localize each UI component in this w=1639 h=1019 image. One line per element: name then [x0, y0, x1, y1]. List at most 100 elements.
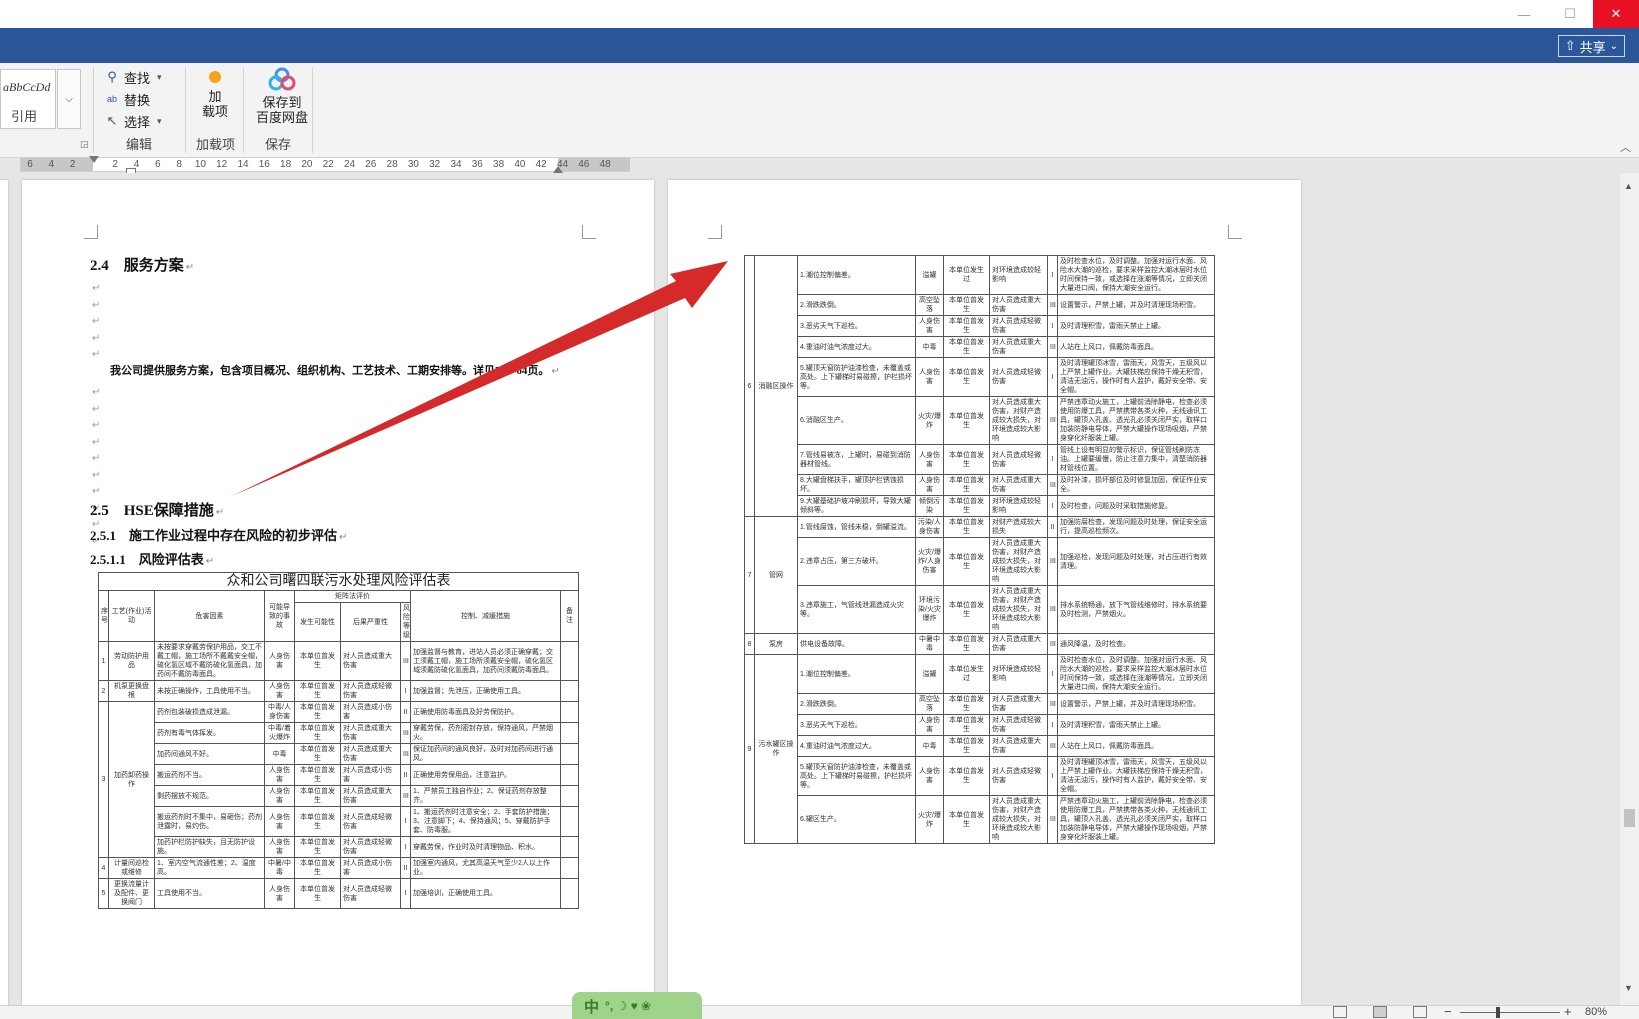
- cell-lvl: III: [1047, 294, 1058, 316]
- cell-item: 7.管线易被冻，上罐时，易碰到消防器材管线。: [797, 444, 916, 475]
- cell-severity: 对人员造成重大伤害: [340, 743, 401, 765]
- ime-mode-label[interactable]: 中: [584, 996, 599, 1017]
- cell-measure: 设置警示，严禁上罐，并及时清理现场积雪。: [1057, 294, 1215, 316]
- table-row: 搬运药剂不当。 人身伤害 本单位曾发生 对人员造成小伤害 II 正确使用劳保用品，注意监护…: [99, 764, 579, 786]
- scroll-thumb[interactable]: [1624, 809, 1635, 827]
- vertical-scrollbar[interactable]: ▲ ▼: [1620, 173, 1639, 1005]
- ime-toolbar[interactable]: 中 °, ☽ ♥ ❀: [572, 992, 702, 1019]
- cell-hazard: 搬运药剂不当。: [154, 764, 265, 786]
- styles-gallery-more-button[interactable]: ⌵: [57, 69, 81, 129]
- cell-control: 加强培训，正确使用工具。: [410, 878, 561, 909]
- cell-cause: 火灾/爆炸: [915, 795, 944, 844]
- cell-measure: 排水系统畅通，放下气管线维修时，排水系统要及时检测，严禁烟火。: [1057, 585, 1215, 634]
- ime-icons[interactable]: °, ☽ ♥ ❀: [605, 999, 651, 1013]
- cell-group: 9: [744, 654, 755, 844]
- ruler-tick: 34: [450, 159, 462, 170]
- table-row: 2.滑跌跌倒。 高空坠落 本单位曾发生 对人员造成重大伤害 III 设置警示，严禁上罐，并…: [745, 294, 1215, 316]
- cell-event: 中暑/中毒: [264, 857, 295, 879]
- maximize-button[interactable]: ☐: [1547, 0, 1593, 28]
- empty-paragraphs-top: ↵ ↵ ↵ ↵ ↵: [92, 283, 101, 360]
- zoom-slider-thumb[interactable]: [1496, 1007, 1500, 1018]
- cell-level: I: [400, 836, 411, 858]
- cell-item: 3.恶劣天气下巡检。: [797, 315, 916, 337]
- cell-cause: 中暑中毒: [915, 633, 944, 655]
- collapse-ribbon-icon[interactable]: ︿: [1620, 139, 1631, 155]
- cell-prob: 本单位曾发生: [943, 336, 990, 358]
- zoom-in-button[interactable]: +: [1564, 1004, 1572, 1019]
- cell-item: 1.潮位控制偏差。: [797, 255, 916, 295]
- cell-measure: 通风降温，及时检查。: [1057, 633, 1215, 655]
- cell-effect: 对人员造成重大伤害: [989, 633, 1048, 655]
- cell-item: 3.违章施工，气管线泄漏造成火灾等。: [797, 585, 916, 634]
- table-row: 4 计量间巡检或维修 1、室内空气流通性差；2、温度高。 中暑/中毒 本单位曾发生 对人员…: [98, 857, 579, 879]
- cell-control: 1、搬运药剂时注意安全；2、手套防护措施；3、注意脚下；4、保持通风；5、穿戴防…: [410, 806, 561, 837]
- cell-lvl: III: [1047, 735, 1058, 757]
- replace-button[interactable]: ab 替换: [104, 89, 150, 109]
- document-page-left[interactable]: 2.4 服务方案 ↵ ↵ ↵ ↵ ↵ ↵ 我公司提供服务方案，包含项目概况、组织机构、工艺…: [22, 180, 654, 1005]
- horizontal-ruler[interactable]: 6 4 2 2 4 6 8 10 12 14 16 18 20 22 24 26 28 30 32 34 36 38 40 4…: [20, 156, 630, 180]
- style-gallery-item[interactable]: aBbCcDd 引用: [0, 69, 56, 129]
- cell-prob: 本单位发生过: [943, 255, 990, 295]
- cell-cause: 倾倒污染: [915, 495, 944, 517]
- save-to-baidu-netdisk-button[interactable]: 保存到 百度网盘: [250, 67, 314, 125]
- table-row: 8.大罐盘梯扶手，罐顶护栏锈蚀损坏。 人身伤害 本单位曾发生 对人员造成重大伤害 III…: [745, 474, 1215, 496]
- cell-effect: 对人员造成轻微伤害: [989, 315, 1048, 337]
- cell-cause: 溢罐: [915, 255, 944, 295]
- cell-level: III: [400, 743, 411, 765]
- zoom-out-button[interactable]: −: [1444, 1004, 1452, 1019]
- title-bar: — ☐ ✕: [0, 0, 1639, 28]
- cell-lvl: I: [1047, 714, 1058, 736]
- scroll-down-icon[interactable]: ▼: [1624, 983, 1633, 993]
- cell-process: 更换流量计及配件、更换阀门: [108, 878, 155, 909]
- cell-group: 7: [744, 516, 755, 634]
- share-button[interactable]: ⇧ 共享 ⌄: [1557, 35, 1625, 57]
- addins-button[interactable]: 加 载项: [197, 71, 233, 119]
- close-button[interactable]: ✕: [1593, 0, 1639, 28]
- cell-severity: 对人员造成轻微伤害: [340, 806, 401, 837]
- ruler-tick: 30: [407, 159, 419, 170]
- print-layout-view-icon[interactable]: [1373, 1006, 1387, 1018]
- baidu-netdisk-icon: [268, 67, 296, 91]
- zoom-level[interactable]: 80%: [1585, 1006, 1607, 1018]
- cell-item: 6.罐区生产。: [797, 795, 916, 844]
- right-indent-marker[interactable]: [553, 166, 563, 173]
- status-bar: 中 °, ☽ ♥ ❀ − + 80%: [0, 992, 1639, 1019]
- cell-measure: 及时清理罐顶冰雪，雷雨天，风雪天，五级风以上严禁上罐作业。大罐扶梯应保持干燥无积…: [1057, 357, 1215, 397]
- read-mode-view-icon[interactable]: [1333, 1006, 1347, 1018]
- col-hazard: 危害因素: [154, 590, 265, 642]
- group-divider: [243, 67, 244, 153]
- find-button[interactable]: ⚲ 查找 ▾: [104, 67, 161, 87]
- minimize-button[interactable]: —: [1501, 0, 1547, 28]
- document-canvas[interactable]: 2.4 服务方案 ↵ ↵ ↵ ↵ ↵ ↵ 我公司提供服务方案，包含项目概况、组织机构、工艺…: [0, 173, 1620, 1005]
- cell-lvl: III: [1047, 633, 1058, 655]
- cell-effect: 对人员造成重大伤害: [989, 474, 1048, 496]
- first-line-indent-marker[interactable]: [89, 156, 99, 163]
- cell-measure: 及时检查水位，及时调整。加强对运行水面、风险水大潮的巡检，要求采样监控大潮冰层时…: [1057, 654, 1215, 694]
- cell-lvl: I: [1047, 444, 1058, 475]
- left-table-body: 1 劳动防护用品 未按要求穿戴劳保护用品，交工不戴工帽，施工场所不戴戴安全帽，硫化氢…: [98, 641, 579, 909]
- heading-2-5-1: 2.5.1 施工作业过程中存在风险的初步评估 ↵: [90, 528, 348, 543]
- zoom-slider-track[interactable]: [1460, 1012, 1560, 1013]
- cell-hazard: 药剂包装破损造成泄漏。: [154, 701, 265, 723]
- cell-likelihood: 本单位曾发生: [294, 764, 341, 786]
- scroll-up-icon[interactable]: ▲: [1624, 181, 1633, 191]
- cell-effect: 对人员造成轻微伤害: [989, 756, 1048, 796]
- ruler-tick: 2: [69, 159, 76, 170]
- table-row: 3.恶劣天气下巡检。 人身伤害 本单位曾发生 对人员造成轻微伤害 I 及时清理积雪，雷雨天…: [745, 714, 1215, 736]
- select-button[interactable]: ↖ 选择 ▾: [104, 111, 162, 131]
- styles-dialog-launcher[interactable]: ◲: [80, 139, 89, 150]
- cell-remark: [560, 764, 579, 786]
- ruler-tick: 26: [365, 159, 377, 170]
- table-row: 2.滑跌跌倒。 高空坠落 本单位曾发生 对人员造成重大伤害 III 设置警示，严禁上罐，并…: [745, 693, 1215, 715]
- document-page-right[interactable]: 6 消融区操作 1.潮位控制偏差。 溢罐 本单位发生过 对环境造成较轻影响 I 及时检查水位，…: [668, 180, 1301, 1005]
- cell-prob: 本单位曾发生: [943, 357, 990, 397]
- cell-cause: 高空坠落: [915, 294, 944, 316]
- cell-effect: 对人员造成重大伤害: [989, 294, 1048, 316]
- cell-group: 8: [744, 633, 755, 655]
- cell-severity: 对人员造成轻微伤害: [340, 680, 401, 702]
- table-row: 6.消融区生产。 火灾/爆炸 本单位曾发生 对人员造成重大伤害，对财产造成较大损失，对…: [745, 396, 1215, 445]
- web-layout-view-icon[interactable]: [1413, 1006, 1427, 1018]
- table-row: 8 泵房 供电设备故障。 中暑中毒 本单位曾发生 对人员造成重大伤害 III 通风降温，及时检…: [744, 633, 1215, 655]
- cell-level: III: [400, 641, 411, 681]
- ruler-tick: 28: [386, 159, 398, 170]
